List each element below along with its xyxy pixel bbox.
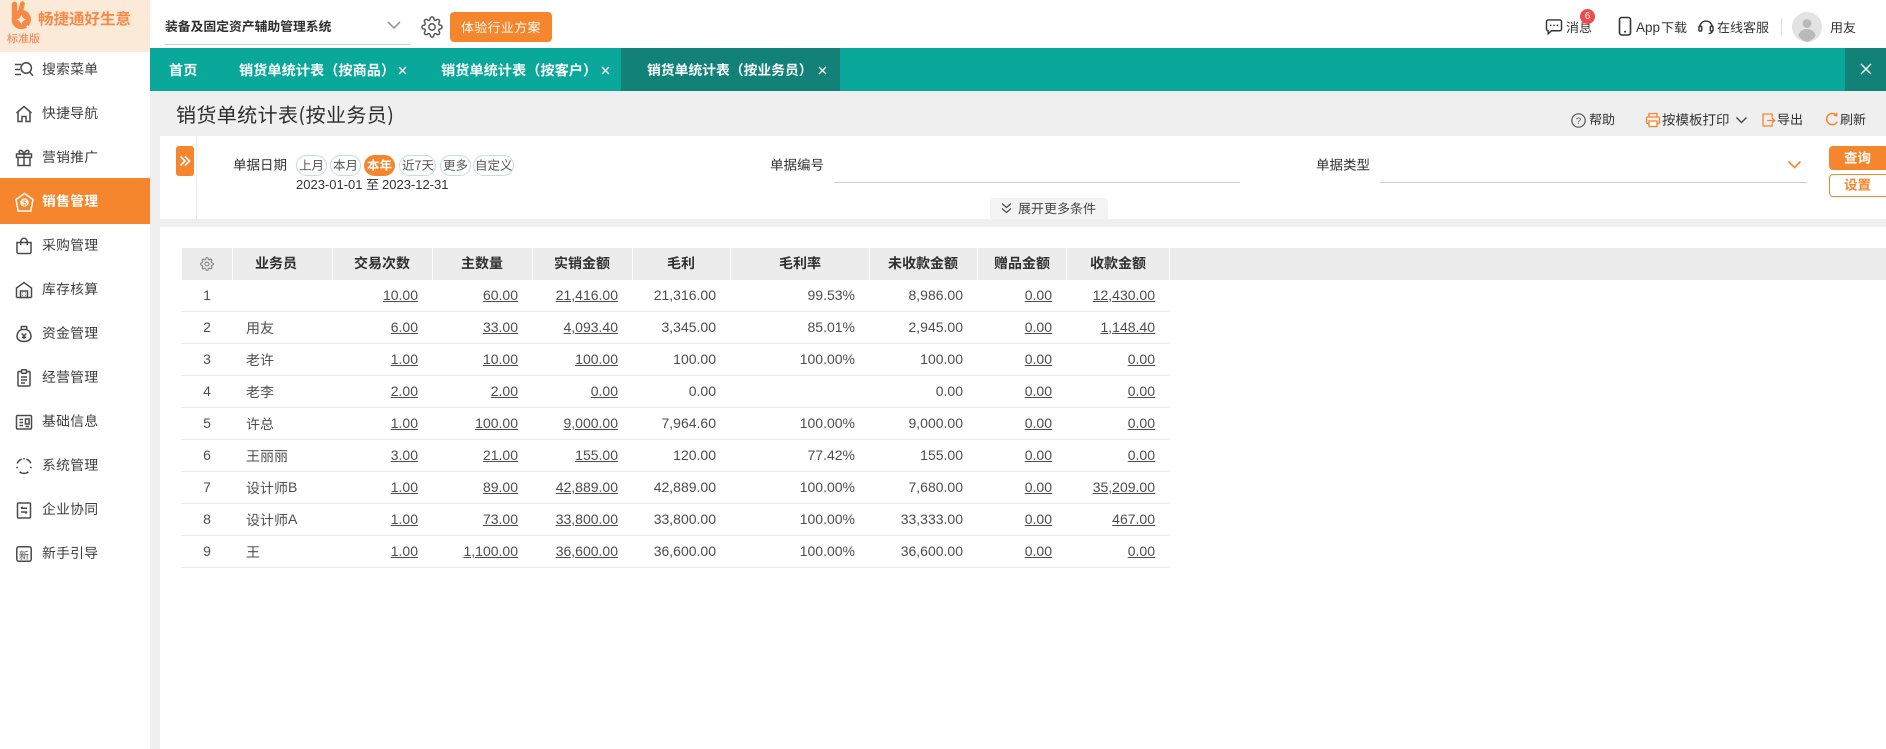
- svg-text:?: ?: [1576, 116, 1581, 127]
- svg-text:$: $: [22, 197, 27, 207]
